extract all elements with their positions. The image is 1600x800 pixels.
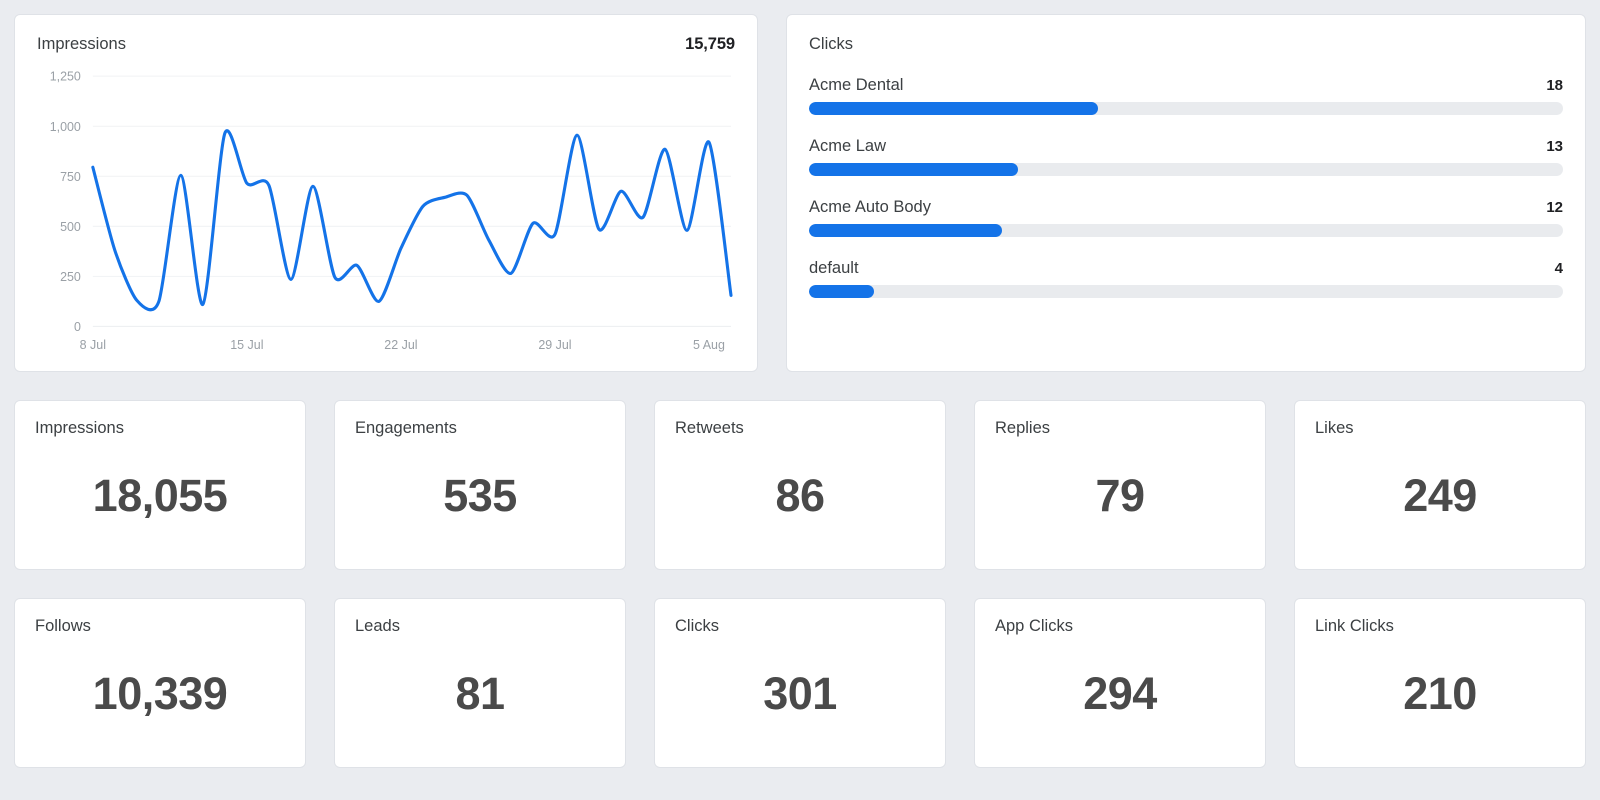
top-row: Impressions 15,759 0 250 500 750 1,000 1,250 …	[14, 14, 1586, 372]
stat-card[interactable]: App Clicks 294	[974, 598, 1266, 768]
stat-card-label: Retweets	[675, 419, 744, 437]
clicks-bar-row[interactable]: Acme Auto Body 12	[809, 198, 1563, 237]
stat-card-value-wrap: 249	[1315, 438, 1565, 553]
chart-y-tick-label: 250	[60, 270, 81, 284]
impressions-card-header: Impressions 15,759	[37, 35, 735, 54]
stat-card-value-wrap: 210	[1315, 636, 1565, 751]
stat-card[interactable]: Likes 249	[1294, 400, 1586, 570]
stat-card-value-wrap: 86	[675, 438, 925, 553]
chart-x-tick-label: 15 Jul	[230, 338, 263, 352]
stat-card-label: Likes	[1315, 419, 1354, 437]
line-chart-svg: 0 250 500 750 1,000 1,250 8 Jul 15 Jul 22 Jul 29…	[50, 70, 733, 352]
stat-card-value-wrap: 18,055	[35, 438, 285, 553]
stat-card-value-wrap: 10,339	[35, 636, 285, 751]
chart-x-tick-label: 22 Jul	[384, 338, 417, 352]
stat-card-value: 10,339	[92, 668, 228, 719]
stat-card-value-wrap: 79	[995, 438, 1245, 553]
impressions-card-total: 15,759	[685, 35, 735, 53]
clicks-bar-row[interactable]: Acme Law 13	[809, 137, 1563, 176]
impressions-line-chart[interactable]: 0 250 500 750 1,000 1,250 8 Jul 15 Jul 22 Jul 29…	[37, 66, 735, 361]
clicks-bar-label: Acme Law	[809, 137, 887, 155]
stat-card-value: 294	[1083, 668, 1157, 719]
stat-card-value: 301	[763, 668, 837, 719]
clicks-bar-row-header: Acme Law 13	[809, 137, 1563, 156]
stat-card-value: 81	[455, 668, 505, 719]
clicks-bar-fill	[809, 163, 1018, 176]
chart-y-axis-labels: 0 250 500 750 1,000 1,250	[50, 70, 81, 334]
stat-card-value-wrap: 294	[995, 636, 1245, 751]
chart-x-tick-label: 5 Aug	[693, 338, 725, 352]
stat-card-label: Leads	[355, 617, 400, 635]
stat-card-value-wrap: 81	[355, 636, 605, 751]
clicks-bar-fill	[809, 285, 874, 298]
chart-y-tick-label: 0	[74, 320, 81, 334]
stat-card[interactable]: Replies 79	[974, 400, 1266, 570]
dashboard-root: Impressions 15,759 0 250 500 750 1,000 1,250 …	[0, 0, 1600, 800]
clicks-bar-track	[809, 224, 1563, 237]
clicks-bar-label: default	[809, 259, 859, 277]
stat-card[interactable]: Follows 10,339	[14, 598, 306, 768]
stat-card-value: 210	[1403, 668, 1477, 719]
stat-card-value-wrap: 301	[675, 636, 925, 751]
stats-grid: Impressions 18,055 Engagements 535 Retweets 8…	[14, 400, 1586, 800]
clicks-bar-label: Acme Auto Body	[809, 198, 931, 216]
stat-card-label: Follows	[35, 617, 91, 635]
clicks-card-title: Clicks	[809, 35, 853, 53]
stat-card-value: 86	[775, 470, 825, 521]
stat-card-label: Impressions	[35, 419, 124, 437]
clicks-bar-value: 4	[1554, 260, 1563, 277]
chart-y-tick-label: 1,250	[50, 70, 81, 84]
clicks-bar-track	[809, 163, 1563, 176]
stat-card-label: Link Clicks	[1315, 617, 1394, 635]
impressions-series-line	[91, 129, 733, 312]
clicks-bar-row[interactable]: default 4	[809, 259, 1563, 298]
chart-gridlines	[92, 75, 732, 327]
stat-card-label: Clicks	[675, 617, 719, 635]
impressions-card-title: Impressions	[37, 35, 126, 53]
chart-y-tick-label: 1,000	[50, 120, 81, 134]
clicks-bar-track	[809, 102, 1563, 115]
clicks-bar-list: Acme Dental 18 Acme Law 13 Acme Auto Body 12 d…	[809, 76, 1563, 298]
stat-card[interactable]: Link Clicks 210	[1294, 598, 1586, 768]
chart-x-tick-label: 29 Jul	[538, 338, 571, 352]
clicks-bar-fill	[809, 224, 1003, 237]
clicks-bar-value: 13	[1546, 138, 1563, 155]
clicks-bar-row-header: Acme Auto Body 12	[809, 198, 1563, 217]
clicks-card-header: Clicks	[809, 35, 1563, 54]
impressions-chart-card: Impressions 15,759 0 250 500 750 1,000 1,250 …	[14, 14, 758, 372]
stat-card[interactable]: Engagements 535	[334, 400, 626, 570]
clicks-bar-fill	[809, 102, 1098, 115]
clicks-breakdown-card: Clicks Acme Dental 18 Acme Law 13 Acme Auto …	[786, 14, 1586, 372]
clicks-bar-value: 18	[1546, 77, 1563, 94]
chart-x-axis-labels: 8 Jul 15 Jul 22 Jul 29 Jul 5 Aug	[80, 338, 725, 352]
stat-card-value: 18,055	[92, 470, 228, 521]
clicks-bar-row-header: default 4	[809, 259, 1563, 278]
clicks-bar-row[interactable]: Acme Dental 18	[809, 76, 1563, 115]
stat-card[interactable]: Impressions 18,055	[14, 400, 306, 570]
clicks-bar-track	[809, 285, 1563, 298]
stat-card-label: Replies	[995, 419, 1051, 437]
clicks-bar-label: Acme Dental	[809, 76, 904, 94]
stat-card[interactable]: Clicks 301	[654, 598, 946, 768]
stat-card[interactable]: Retweets 86	[654, 400, 946, 570]
clicks-bar-row-header: Acme Dental 18	[809, 76, 1563, 95]
chart-x-tick-label: 8 Jul	[80, 338, 106, 352]
stat-card-value: 535	[443, 470, 517, 521]
stat-card-value: 79	[1095, 470, 1145, 521]
chart-y-tick-label: 750	[60, 170, 81, 184]
stat-card-label: Engagements	[355, 419, 457, 437]
stat-card-value-wrap: 535	[355, 438, 605, 553]
chart-y-tick-label: 500	[60, 220, 81, 234]
stat-card-value: 249	[1403, 470, 1477, 521]
stat-card-label: App Clicks	[995, 617, 1073, 635]
stat-card[interactable]: Leads 81	[334, 598, 626, 768]
clicks-bar-value: 12	[1546, 199, 1563, 216]
